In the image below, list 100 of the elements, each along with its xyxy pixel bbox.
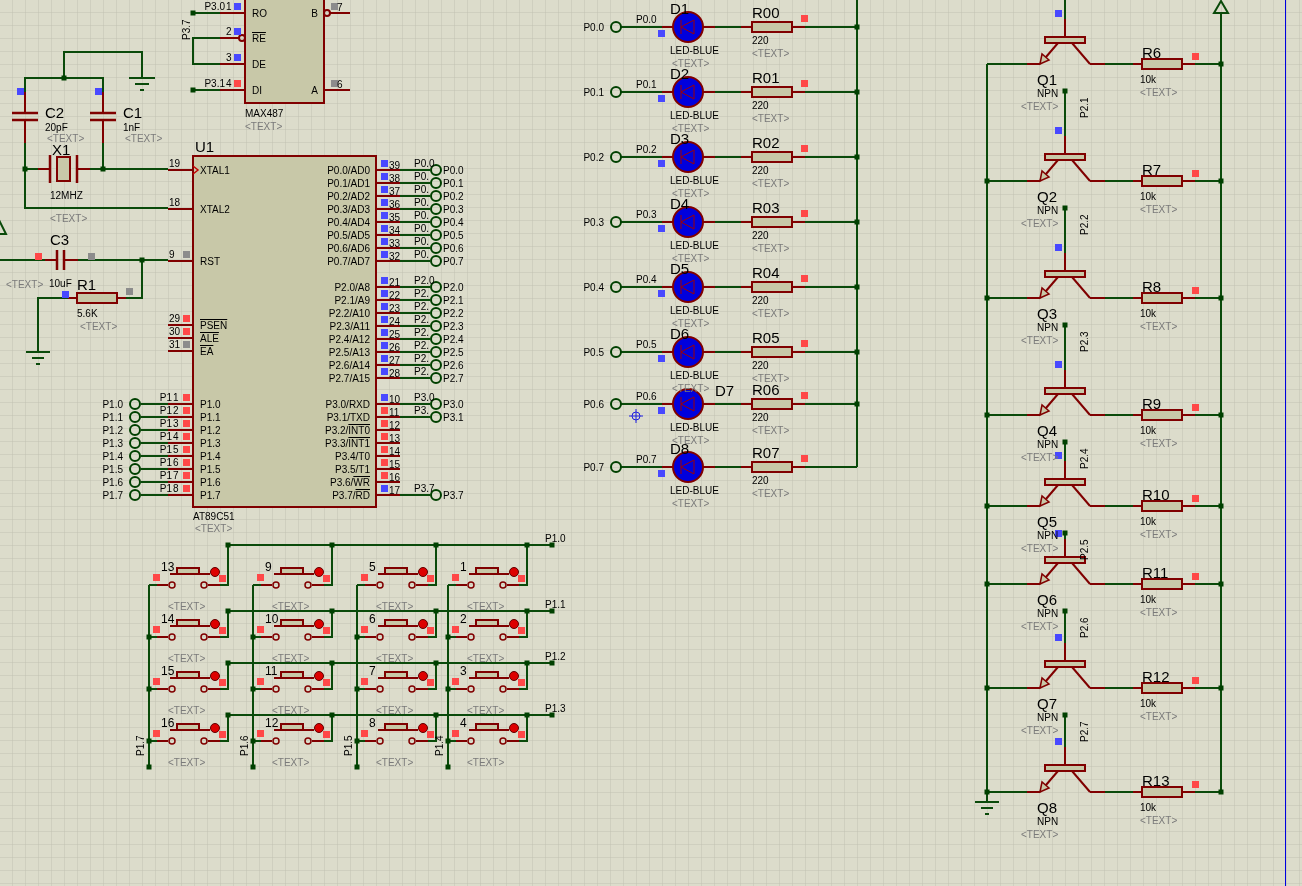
pin-number: 39 xyxy=(389,160,401,171)
part-name: MAX487 xyxy=(245,108,284,119)
text-placeholder: <TEXT> xyxy=(1140,438,1178,449)
terminal-label: P0.2 xyxy=(583,152,604,163)
component-ref: R8 xyxy=(1142,278,1162,295)
component-ref: R10 xyxy=(1142,486,1170,503)
pin-number: 23 xyxy=(389,303,401,314)
pin-name: RE xyxy=(252,33,266,44)
pin-number: 8 xyxy=(173,483,179,494)
pin-name: P2.7/A15 xyxy=(328,373,370,384)
net-label: P0.2 xyxy=(636,144,657,155)
text-placeholder: <TEXT> xyxy=(47,133,85,144)
net-label: P3.0 xyxy=(414,392,435,403)
key-label: 13 xyxy=(161,560,175,574)
pin-number: 11 xyxy=(389,407,400,418)
pin-name: P0.6/AD6 xyxy=(327,243,370,254)
part-name: LED-BLUE xyxy=(670,45,719,56)
component-ref: R11 xyxy=(1142,564,1169,581)
pin-name: P3.3/INT1 xyxy=(324,438,370,449)
net-label: P1.7 xyxy=(135,735,146,756)
component-value: 10k xyxy=(1140,698,1157,709)
text-placeholder: <TEXT> xyxy=(168,653,206,664)
pin-number: 12 xyxy=(389,420,401,431)
text-placeholder: <TEXT> xyxy=(1140,87,1178,98)
component-value: 12MHZ xyxy=(50,190,83,201)
pin-name: EA xyxy=(200,346,214,357)
text-placeholder: <TEXT> xyxy=(125,133,163,144)
component-ref: Q5 xyxy=(1037,513,1057,530)
component-value: 220 xyxy=(752,295,769,306)
component-ref: Q8 xyxy=(1037,799,1057,816)
terminal-label: P0.7 xyxy=(583,462,604,473)
net-label: P3.7 xyxy=(181,19,192,40)
terminal-label: P0.6 xyxy=(443,243,464,254)
pin-number: 3 xyxy=(173,418,179,429)
text-placeholder: <TEXT> xyxy=(376,653,414,664)
terminal-label: P0.3 xyxy=(583,217,604,228)
terminal-label: P2.3 xyxy=(443,321,464,332)
terminal-label: P0.1 xyxy=(583,87,604,98)
text-placeholder: <TEXT> xyxy=(1140,815,1178,826)
pin-number: 14 xyxy=(389,446,401,457)
component-value: 220 xyxy=(752,165,769,176)
component-value: 10k xyxy=(1140,425,1157,436)
pin-number: 22 xyxy=(389,290,401,301)
pin-number: 32 xyxy=(389,251,401,262)
pin-name: P0.4/AD4 xyxy=(327,217,370,228)
component-ref: X1 xyxy=(52,141,71,158)
net-label: P2.2 xyxy=(1079,214,1090,235)
net-label: P0.0 xyxy=(414,158,435,169)
text-placeholder: <TEXT> xyxy=(467,653,505,664)
net-label: P1 xyxy=(159,431,172,442)
net-label: P0. xyxy=(414,210,429,221)
key-label: 3 xyxy=(460,664,467,678)
component-ref: R01 xyxy=(752,69,780,86)
component-ref: Q3 xyxy=(1037,305,1057,322)
net-label: P1.2 xyxy=(545,651,566,662)
part-name: NPN xyxy=(1037,712,1059,723)
net-label: P0. xyxy=(414,197,429,208)
net-label: P0.5 xyxy=(636,339,657,350)
component-ref: R06 xyxy=(752,381,780,398)
pin-name: P1.0 xyxy=(200,399,221,410)
pin-name: P1.4 xyxy=(200,451,221,462)
pin-number: 26 xyxy=(389,342,401,353)
pin-name: B xyxy=(311,8,318,19)
terminal-label: P0.0 xyxy=(583,22,604,33)
pin-number: 7 xyxy=(173,470,179,481)
pin-name: XTAL2 xyxy=(200,204,230,215)
text-placeholder: <TEXT> xyxy=(1021,101,1059,112)
terminal-label: P0.4 xyxy=(583,282,604,293)
text-placeholder: <TEXT> xyxy=(1021,725,1059,736)
net-label: P0. xyxy=(414,236,429,247)
key-label: 1 xyxy=(460,560,467,574)
text-placeholder: <TEXT> xyxy=(1140,529,1178,540)
pin-name: P1.2 xyxy=(200,425,221,436)
terminal-label: P3.1 xyxy=(443,412,464,423)
key-label: 7 xyxy=(369,664,376,678)
net-label: P3.0 xyxy=(204,1,225,12)
pin-number: 25 xyxy=(389,329,401,340)
terminal-label: P0.3 xyxy=(443,204,464,215)
component-value: 220 xyxy=(752,230,769,241)
pin-name: P1.1 xyxy=(200,412,221,423)
pin-number: 7 xyxy=(337,2,343,13)
text-placeholder: <TEXT> xyxy=(1021,829,1059,840)
key-label: 16 xyxy=(161,716,175,730)
pin-number: 30 xyxy=(169,326,181,337)
text-placeholder: <TEXT> xyxy=(1021,218,1059,229)
net-label: P2.3 xyxy=(1079,331,1090,352)
terminal-label: P1.3 xyxy=(102,438,123,449)
component-ref: R03 xyxy=(752,199,780,216)
pin-name: P0.0/AD0 xyxy=(327,165,370,176)
net-label: P0.7 xyxy=(636,454,657,465)
pin-name: PSEN xyxy=(200,320,228,331)
key-label: 10 xyxy=(265,612,279,626)
pin-name: P0.1/AD1 xyxy=(327,178,370,189)
pin-name: P2.4/A12 xyxy=(328,334,370,345)
terminal-label: P1.7 xyxy=(102,490,123,501)
component-value: 220 xyxy=(752,35,769,46)
terminal-label: P2.0 xyxy=(443,282,464,293)
component-ref: R13 xyxy=(1142,772,1170,789)
pin-name: P3.7/RD xyxy=(332,490,370,501)
net-label: P1.5 xyxy=(343,735,354,756)
